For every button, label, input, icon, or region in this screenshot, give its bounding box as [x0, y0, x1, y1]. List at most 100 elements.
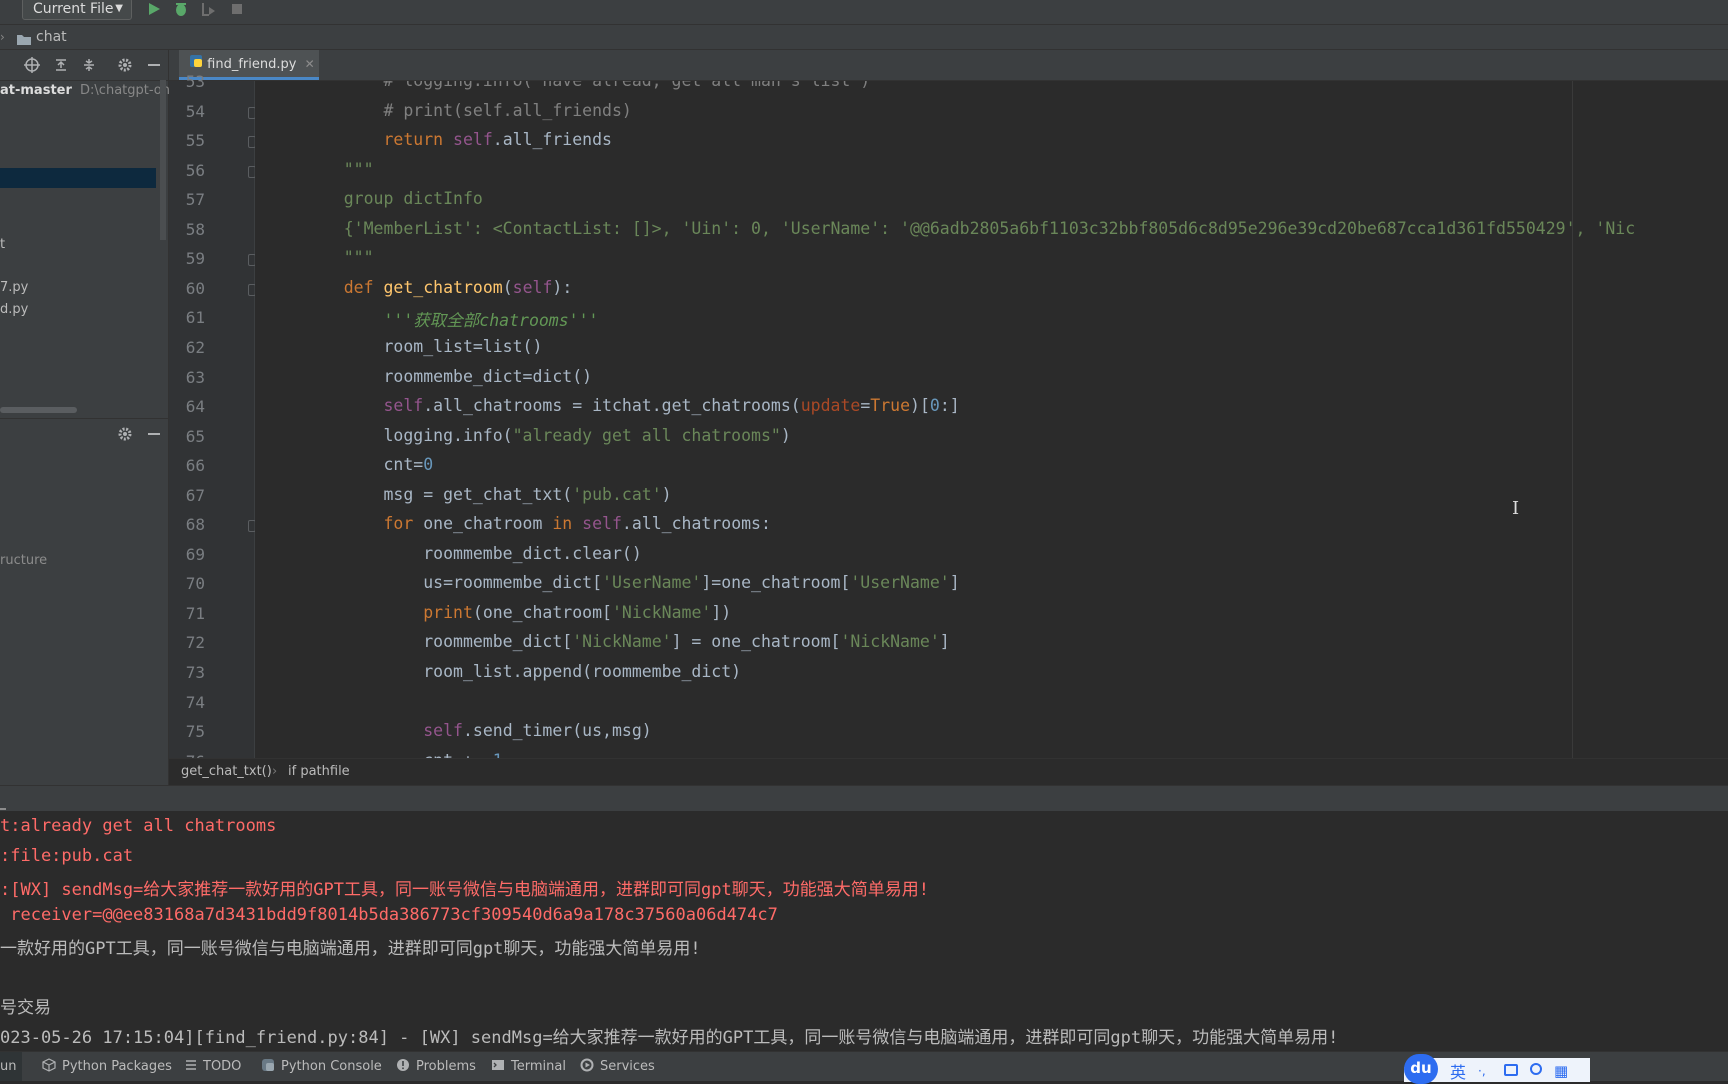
ime-language[interactable]: 英 — [1450, 1059, 1466, 1083]
line-number[interactable]: 53 — [169, 72, 205, 91]
todo-icon — [185, 1059, 197, 1075]
code-token: get_chatroom — [383, 277, 503, 297]
tree-item[interactable]: t — [0, 237, 5, 252]
code-line: """ — [304, 160, 374, 179]
tool-terminal[interactable]: Terminal — [491, 1052, 566, 1081]
line-number[interactable]: 56 — [169, 161, 205, 180]
code-token: 1 — [493, 751, 503, 758]
ime-keyboard-icon[interactable] — [1504, 1064, 1518, 1076]
breadcrumb-branch[interactable]: if pathfile — [288, 759, 350, 785]
line-number[interactable]: 61 — [169, 308, 205, 327]
structure-label: ructure — [0, 553, 48, 568]
line-number[interactable]: 68 — [169, 515, 205, 534]
code-line: msg = get_chat_txt('pub.cat') — [304, 484, 671, 504]
vertical-scrollbar[interactable] — [160, 80, 166, 240]
code-line: us=roommembe_dict['UserName']=one_chatro… — [304, 573, 959, 593]
nav-folder-chat[interactable]: chat — [36, 25, 67, 49]
code-token: """ — [304, 248, 374, 268]
code-token: return — [304, 130, 454, 150]
code-line: room_list.append(roommembe_dict) — [304, 662, 741, 681]
collapse-all-icon[interactable] — [80, 56, 98, 74]
code-token: self — [512, 277, 553, 297]
gear-icon[interactable] — [116, 56, 134, 74]
tree-item[interactable]: 7.py — [0, 280, 28, 295]
line-number[interactable]: 58 — [169, 220, 205, 239]
tool-todo[interactable]: TODO — [185, 1052, 241, 1081]
coverage-icon[interactable] — [199, 0, 217, 18]
code-token: ) — [780, 425, 791, 445]
ime-grid-icon[interactable]: ▦ — [1554, 1062, 1568, 1080]
expand-all-icon[interactable] — [52, 56, 70, 74]
line-number[interactable]: 67 — [169, 486, 205, 505]
code-token: us=roommembe_dict[ — [304, 573, 603, 593]
line-number[interactable]: 69 — [169, 545, 205, 564]
code-token: ] = one_chatroom[ — [671, 632, 841, 652]
code-line: {'MemberList': <ContactList: []>, 'Uin':… — [304, 219, 1635, 238]
breadcrumb-function[interactable]: get_chat_txt() — [181, 759, 272, 785]
line-number[interactable]: 64 — [169, 397, 205, 416]
console-line: 一款好用的GPT工具，同一账号微信与电脑端通用，进群即可同gpt聊天，功能强大简… — [0, 939, 701, 959]
code-token: = — [860, 396, 871, 416]
run-console[interactable]: t:already get all chatrooms:file:pub.cat… — [0, 811, 1728, 1051]
selected-tree-row[interactable] — [0, 168, 156, 188]
code-token: room_list=list() — [304, 336, 543, 356]
tool-python-packages[interactable]: Python Packages — [42, 1052, 172, 1081]
line-number[interactable]: 62 — [169, 338, 205, 357]
code-editor[interactable]: # logging.info("have alread, get all man… — [255, 81, 1728, 758]
code-token: roommembe_dict.clear() — [304, 543, 642, 563]
code-token: ] — [939, 632, 950, 652]
code-token: 'NickName' — [572, 632, 672, 652]
line-number[interactable]: 74 — [169, 693, 205, 712]
minimize-icon[interactable] — [145, 56, 163, 74]
code-token: 'pub.cat' — [572, 484, 662, 504]
line-number[interactable]: 70 — [169, 574, 205, 593]
line-number[interactable]: 60 — [169, 279, 205, 298]
code-line: '''获取全部chatrooms''' — [304, 307, 598, 331]
code-token: 'UserName' — [602, 573, 702, 593]
ime-search-icon[interactable] — [1530, 1063, 1542, 1075]
line-number[interactable]: 55 — [169, 131, 205, 150]
line-number[interactable]: 59 — [169, 249, 205, 268]
line-number[interactable]: 72 — [169, 633, 205, 652]
tool-problems[interactable]: Problems — [396, 1052, 476, 1081]
tool-python-console[interactable]: Python Console — [261, 1052, 382, 1081]
tool-run[interactable]: un — [0, 1052, 23, 1081]
input-method-toolbar[interactable]: du 英 ·, ▦ — [1404, 1054, 1590, 1084]
line-number[interactable]: 54 — [169, 102, 205, 121]
line-number[interactable]: 65 — [169, 427, 205, 446]
gear-icon[interactable] — [116, 425, 134, 443]
debug-icon[interactable] — [172, 0, 190, 18]
code-token: .all_chatrooms = itchat.get_chatrooms( — [423, 396, 801, 416]
run-panel-header — [0, 785, 1728, 812]
code-token: :] — [939, 396, 960, 416]
console-line: 023-05-26 17:15:04][find_friend.py:84] -… — [0, 1027, 1339, 1048]
code-token: # print(self.all_friends) — [304, 100, 632, 120]
code-line: self.send_timer(us,msg) — [304, 721, 652, 740]
line-number[interactable]: 57 — [169, 190, 205, 209]
project-panel: at-master D:\chatgpt-on-w t 7.py d.py ru… — [0, 50, 185, 785]
line-number[interactable]: 73 — [169, 663, 205, 682]
terminal-icon — [491, 1058, 505, 1076]
run-icon[interactable] — [145, 0, 163, 18]
code-token: {'MemberList': <ContactList: []>, 'Uin':… — [304, 218, 1636, 238]
minimize-icon[interactable] — [145, 425, 163, 443]
line-number[interactable]: 63 — [169, 368, 205, 387]
code-token: True — [870, 396, 911, 416]
tool-services[interactable]: Services — [580, 1052, 655, 1081]
code-token: self — [582, 514, 622, 534]
line-number[interactable]: 75 — [169, 722, 205, 741]
code-token: .all_friends — [492, 130, 612, 150]
line-number[interactable]: 71 — [169, 604, 205, 623]
code-token: ( — [502, 277, 513, 297]
line-number[interactable]: 66 — [169, 456, 205, 475]
tree-item[interactable]: d.py — [0, 302, 28, 317]
stop-icon[interactable] — [228, 0, 246, 18]
navigation-bar: › chat — [0, 25, 1728, 50]
horizontal-scrollbar[interactable] — [0, 407, 77, 413]
locate-icon[interactable] — [23, 56, 41, 74]
code-line: room_list=list() — [304, 337, 542, 356]
run-configuration-dropdown[interactable]: Current File ▼ — [22, 0, 132, 20]
ime-punctuation-icon[interactable]: ·, — [1478, 1064, 1486, 1078]
project-root-item[interactable]: at-master D:\chatgpt-on-w — [0, 83, 185, 98]
close-icon[interactable]: ✕ — [305, 57, 315, 71]
